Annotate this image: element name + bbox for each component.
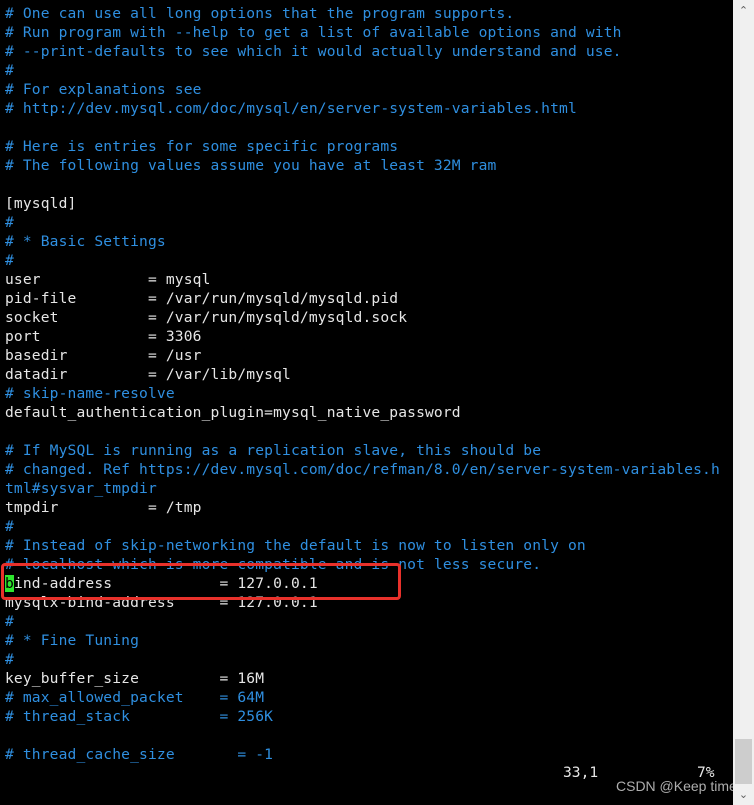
comment-line: # Instead of skip-networking the default…: [5, 537, 586, 554]
config-line: [5, 118, 720, 137]
comment-line: # * Basic Settings: [5, 233, 166, 250]
config-line: datadir = /var/lib/mysql: [5, 366, 291, 383]
config-line: [5, 175, 720, 194]
config-line: basedir = /usr: [5, 347, 202, 364]
comment-line: #: [5, 651, 14, 668]
text-cursor: b: [5, 575, 14, 592]
comment-line: # max_allowed_packet = 64M: [5, 689, 265, 706]
comment-line: # For explanations see: [5, 81, 202, 98]
watermark: CSDN @Keep time: [616, 778, 733, 794]
comment-line: tml#sysvar_tmpdir: [5, 480, 157, 497]
comment-line: #: [5, 613, 14, 630]
config-line-bind-address: bind-address = 127.0.0.1: [5, 575, 318, 592]
comment-line: # changed. Ref https://dev.mysql.com/doc…: [5, 461, 720, 478]
terminal-window[interactable]: # One can use all long options that the …: [0, 0, 733, 805]
comment-line: # http://dev.mysql.com/doc/mysql/en/serv…: [5, 100, 577, 117]
comment-line: # The following values assume you have a…: [5, 157, 497, 174]
comment-line: # --print-defaults to see which it would…: [5, 43, 622, 60]
editor-content[interactable]: # One can use all long options that the …: [5, 4, 720, 764]
comment-line: # localhost which is more compatible and…: [5, 556, 542, 573]
comment-line: # * Fine Tuning: [5, 632, 140, 649]
config-line: [mysqld]: [5, 195, 77, 212]
comment-line: # thread_stack = 256K: [5, 708, 274, 725]
comment-line: # Run program with --help to get a list …: [5, 24, 622, 41]
comment-line: # If MySQL is running as a replication s…: [5, 442, 542, 459]
comment-line: #: [5, 214, 14, 231]
config-line: pid-file = /var/run/mysqld/mysqld.pid: [5, 290, 399, 307]
config-line: key_buffer_size = 16M: [5, 670, 265, 687]
comment-line: #: [5, 518, 14, 535]
config-line: default_authentication_plugin=mysql_nati…: [5, 404, 461, 421]
comment-line: # Here is entries for some specific prog…: [5, 138, 399, 155]
config-line: port = 3306: [5, 328, 202, 345]
comment-line: # skip-name-resolve: [5, 385, 175, 402]
scroll-down-icon[interactable]: ⌄: [733, 784, 754, 805]
config-line: mysqlx-bind-address = 127.0.0.1: [5, 594, 318, 611]
vertical-scrollbar[interactable]: ⌃ ⌄: [733, 0, 754, 805]
config-line: socket = /var/run/mysqld/mysqld.sock: [5, 309, 408, 326]
comment-line: # One can use all long options that the …: [5, 5, 515, 22]
scroll-thumb[interactable]: [735, 739, 752, 784]
comment-line: #: [5, 62, 14, 79]
comment-line: # thread_cache_size = -1: [5, 746, 274, 763]
config-line: [5, 726, 720, 745]
config-line: user = mysql: [5, 271, 211, 288]
config-line: [5, 422, 720, 441]
scroll-up-icon[interactable]: ⌃: [733, 0, 754, 21]
comment-line: #: [5, 252, 14, 269]
config-line: tmpdir = /tmp: [5, 499, 202, 516]
cursor-position-status: 33,1: [563, 764, 599, 781]
